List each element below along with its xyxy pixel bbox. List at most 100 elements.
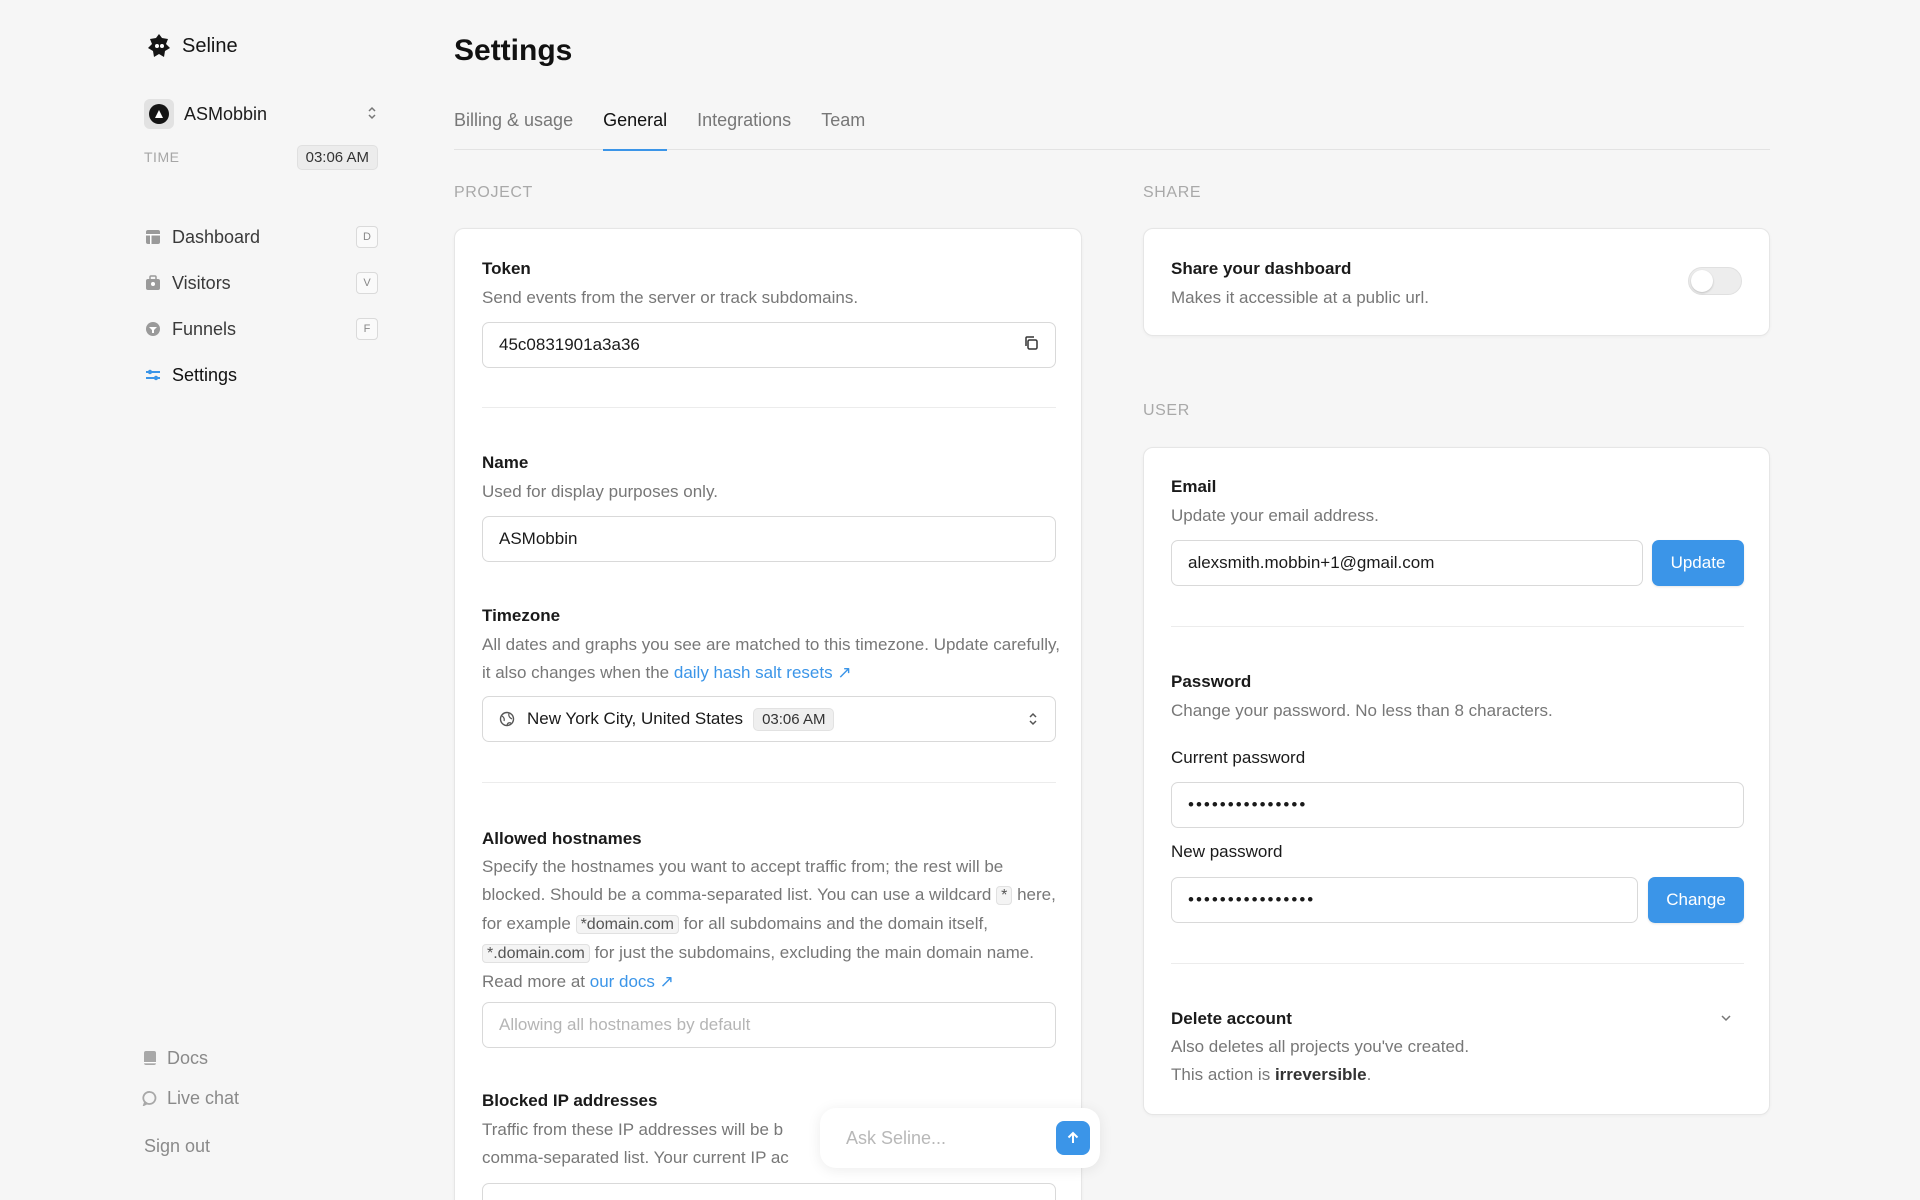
shortcut-key: F xyxy=(356,318,378,340)
blocked-ip-desc-2: comma-separated list. Your current IP ac xyxy=(482,1148,789,1167)
tab-integrations[interactable]: Integrations xyxy=(697,102,791,150)
visitors-icon xyxy=(144,274,162,292)
dashboard-icon xyxy=(144,228,162,246)
hostnames-title: Allowed hostnames xyxy=(482,829,642,848)
sign-out-link[interactable]: Sign out xyxy=(141,1126,381,1166)
chevron-updown-icon xyxy=(366,105,378,123)
name-desc: Used for display purposes only. xyxy=(482,482,718,501)
project-name-input[interactable]: ASMobbin xyxy=(482,516,1056,562)
blocked-ip-title: Blocked IP addresses xyxy=(482,1091,658,1110)
email-input[interactable]: alexsmith.mobbin+1@gmail.com xyxy=(1171,540,1643,586)
timezone-desc: All dates and graphs you see are matched… xyxy=(482,631,1062,687)
book-icon xyxy=(141,1049,159,1067)
brand[interactable]: Seline xyxy=(144,31,238,61)
sidebar-item-label: Settings xyxy=(172,364,238,385)
docs-label: Docs xyxy=(167,1047,209,1068)
tab-general[interactable]: General xyxy=(603,102,668,151)
irreversible-text: irreversible xyxy=(1274,1065,1367,1084)
sidebar-item-settings[interactable]: Settings xyxy=(144,352,378,398)
sidebar-item-visitors[interactable]: Visitors V xyxy=(144,260,378,306)
password-desc: Change your password. No less than 8 cha… xyxy=(1171,701,1553,720)
chevron-updown-icon xyxy=(1027,711,1039,727)
live-chat-label: Live chat xyxy=(167,1087,240,1108)
delete-desc-end: . xyxy=(1366,1065,1372,1084)
change-password-button[interactable]: Change xyxy=(1648,877,1744,923)
delete-desc-1: Also deletes all projects you've created… xyxy=(1171,1037,1470,1056)
external-link-icon: ↗ xyxy=(659,972,674,991)
share-card: Share your dashboard Makes it accessible… xyxy=(1143,228,1770,336)
email-desc: Update your email address. xyxy=(1171,506,1379,525)
ask-seline-input[interactable]: Ask Seline... xyxy=(820,1108,1100,1168)
token-title: Token xyxy=(482,259,531,278)
user-section-label: USER xyxy=(1143,402,1190,419)
timezone-select[interactable]: New York City, United States 03:06 AM xyxy=(482,696,1056,742)
sidebar-item-label: Dashboard xyxy=(172,226,261,247)
time-label: TIME xyxy=(144,149,180,165)
timezone-time-badge: 03:06 AM xyxy=(753,707,835,731)
page-title: Settings xyxy=(454,34,573,67)
seline-logo-icon xyxy=(148,34,170,57)
ask-seline-placeholder: Ask Seline... xyxy=(846,1127,947,1148)
delete-desc-text: This action is xyxy=(1171,1065,1271,1084)
shortcut-key: D xyxy=(356,226,378,248)
current-password-value: ••••••••••••••• xyxy=(1188,795,1308,814)
sign-out-label: Sign out xyxy=(144,1135,211,1156)
token-field[interactable]: 45c0831901a3a36 xyxy=(482,322,1056,368)
email-title: Email xyxy=(1171,477,1217,496)
sidebar-item-label: Visitors xyxy=(172,272,231,293)
sidebar-nav: Dashboard D Visitors V Funnels F Setting… xyxy=(144,214,378,398)
daily-hash-salt-link[interactable]: daily hash salt resets xyxy=(674,663,833,682)
funnels-icon xyxy=(144,320,162,338)
hostnames-desc-1: Specify the hostnames you want to accept… xyxy=(482,857,1004,904)
sidebar-footer: Docs Live chat Sign out xyxy=(141,1038,381,1166)
chevron-down-icon[interactable] xyxy=(1719,1011,1733,1025)
project-name: ASMobbin xyxy=(184,103,268,124)
update-email-button[interactable]: Update xyxy=(1652,540,1744,586)
timezone-title: Timezone xyxy=(482,606,561,625)
delete-desc-2: This action is irreversible. xyxy=(1171,1061,1371,1089)
divider xyxy=(482,407,1056,408)
project-avatar xyxy=(144,99,174,129)
new-password-input[interactable]: •••••••••••••••• xyxy=(1171,877,1638,923)
external-link-icon: ↗ xyxy=(837,663,852,682)
globe-icon xyxy=(499,711,515,727)
sidebar-item-dashboard[interactable]: Dashboard D xyxy=(144,214,378,260)
project-name-value: ASMobbin xyxy=(499,529,578,548)
live-chat-link[interactable]: Live chat xyxy=(141,1078,381,1118)
divider xyxy=(482,782,1056,783)
name-title: Name xyxy=(482,453,529,472)
settings-tabs: Billing & usage General Integrations Tea… xyxy=(454,102,1770,151)
user-card: Email Update your email address. alexsmi… xyxy=(1143,447,1770,1115)
send-arrow-icon[interactable] xyxy=(1056,1121,1090,1155)
settings-sliders-icon xyxy=(144,366,162,384)
brand-name: Seline xyxy=(182,34,238,57)
time-row: TIME 03:06 AM xyxy=(144,144,378,170)
current-password-input[interactable]: ••••••••••••••• xyxy=(1171,782,1744,828)
project-section-label: PROJECT xyxy=(454,184,533,201)
blocked-ip-desc-1: Traffic from these IP addresses will be … xyxy=(482,1120,784,1139)
sidebar-item-funnels[interactable]: Funnels F xyxy=(144,306,378,352)
hostnames-placeholder: Allowing all hostnames by default xyxy=(499,1015,751,1034)
tab-team[interactable]: Team xyxy=(821,102,865,150)
timezone-value: New York City, United States xyxy=(527,709,744,728)
hostnames-input[interactable]: Allowing all hostnames by default xyxy=(482,1002,1056,1048)
divider xyxy=(1171,963,1744,964)
email-value: alexsmith.mobbin+1@gmail.com xyxy=(1188,553,1435,572)
tab-billing[interactable]: Billing & usage xyxy=(454,102,573,150)
divider xyxy=(1171,626,1744,627)
sidebar-item-label: Funnels xyxy=(172,318,237,339)
our-docs-link[interactable]: our docs xyxy=(590,972,655,991)
docs-link[interactable]: Docs xyxy=(141,1038,381,1078)
blocked-ip-input[interactable] xyxy=(482,1183,1056,1200)
example-code-2: *.domain.com xyxy=(482,944,590,963)
share-title: Share your dashboard xyxy=(1171,259,1352,278)
project-switcher[interactable]: ASMobbin xyxy=(144,98,378,130)
copy-icon[interactable] xyxy=(1023,335,1039,356)
share-toggle[interactable] xyxy=(1688,267,1742,295)
share-section-label: SHARE xyxy=(1143,184,1202,201)
shortcut-key: V xyxy=(356,272,378,294)
time-badge: 03:06 AM xyxy=(296,144,378,170)
current-password-label: Current password xyxy=(1171,748,1306,767)
delete-account-title: Delete account xyxy=(1171,1009,1292,1028)
project-card: Token Send events from the server or tra… xyxy=(454,228,1082,1200)
